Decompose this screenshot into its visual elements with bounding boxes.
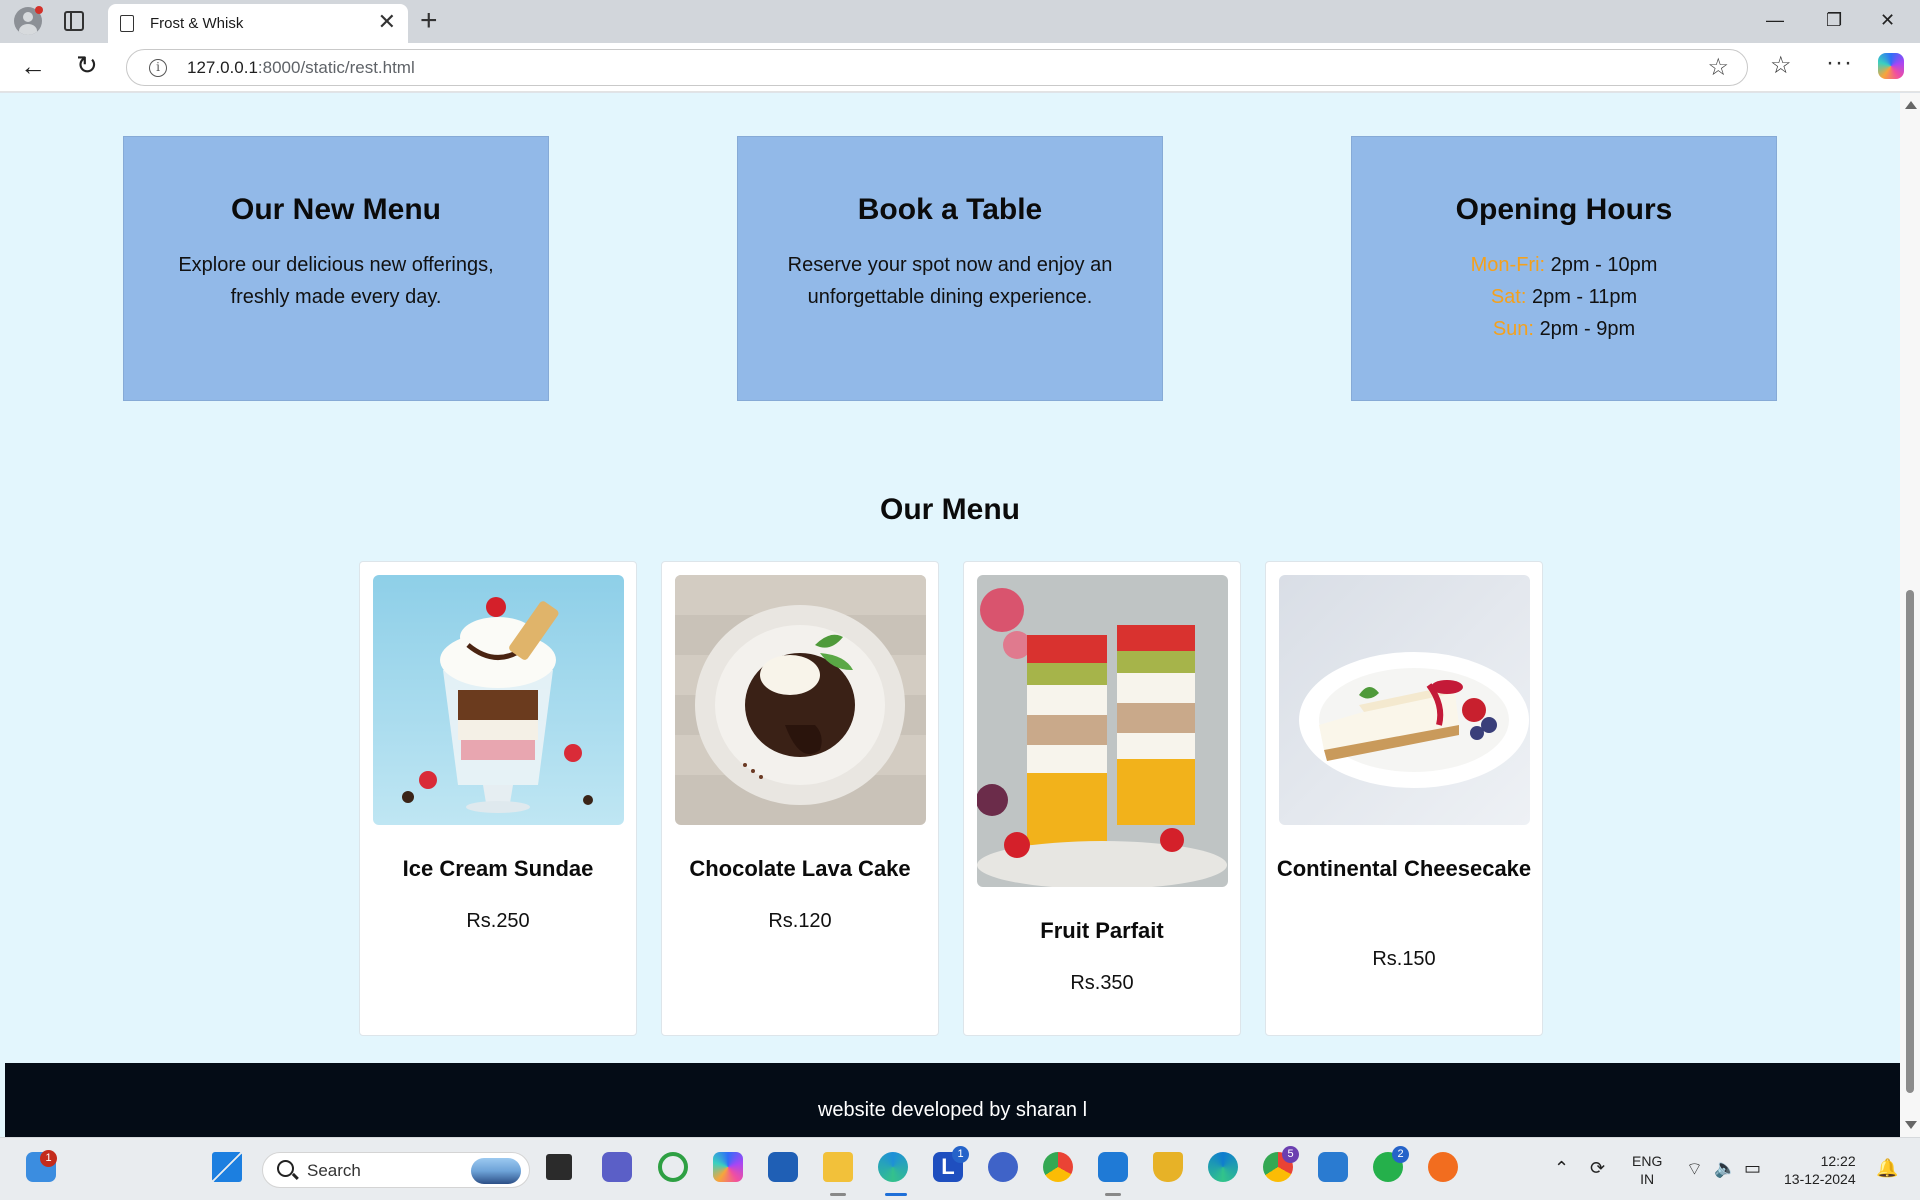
chrome-profile-badge: 5 xyxy=(1282,1146,1299,1163)
language-indicator[interactable]: ENG IN xyxy=(1632,1152,1662,1188)
profile-notification-dot xyxy=(35,6,43,14)
edge-icon[interactable] xyxy=(878,1152,908,1182)
search-icon xyxy=(277,1160,294,1177)
more-options-icon[interactable]: ··· xyxy=(1826,49,1853,77)
dish-name: Fruit Parfait xyxy=(1040,918,1164,943)
explorer-running-indicator xyxy=(830,1193,846,1196)
close-tab-icon[interactable]: ✕ xyxy=(378,10,396,34)
minimize-icon[interactable]: — xyxy=(1766,8,1784,32)
cheesecake-image xyxy=(1279,575,1530,825)
info-card-text: Reserve your spot now and enjoy an unfor… xyxy=(787,254,1113,308)
info-card-title: Book a Table xyxy=(857,193,1043,226)
footer-credit: website developed by sharan l xyxy=(817,1099,1088,1121)
info-card-book-table: Book a Table Reserve your spot now and e… xyxy=(737,136,1163,401)
dish-name: Ice Cream Sundae xyxy=(402,856,594,881)
file-explorer-icon[interactable] xyxy=(823,1152,853,1182)
teams-icon[interactable] xyxy=(602,1152,632,1182)
vscode-running-indicator xyxy=(1105,1193,1121,1196)
show-hidden-icons-chevron-icon[interactable]: ⌃ xyxy=(1554,1158,1569,1179)
security-shield-icon[interactable] xyxy=(1153,1152,1183,1182)
close-window-icon[interactable]: ✕ xyxy=(1880,8,1895,32)
photos-icon[interactable] xyxy=(1318,1152,1348,1182)
site-info-icon[interactable]: i xyxy=(149,59,167,77)
taskbar-search-box[interactable]: Search xyxy=(262,1152,530,1188)
tab-actions-icon[interactable] xyxy=(64,11,84,31)
url-text[interactable]: 127.0.0.1:8000/static/rest.html xyxy=(187,58,415,78)
browser-toolbar: ← ↻ i 127.0.0.1:8000/static/rest.html ☆ … xyxy=(0,43,1920,92)
info-card-new-menu: Our New Menu Explore our delicious new o… xyxy=(123,136,549,401)
widgets-badge: 1 xyxy=(40,1150,57,1167)
ice-cream-sundae-image xyxy=(373,575,624,825)
reload-icon[interactable]: ↻ xyxy=(76,52,98,78)
dish-name: Continental Cheesecake xyxy=(1276,856,1532,881)
page-document-icon xyxy=(120,15,134,32)
edge-beta-icon[interactable] xyxy=(1208,1152,1238,1182)
dish-price: Rs.250 xyxy=(466,910,530,932)
battery-icon[interactable]: ▭ xyxy=(1744,1158,1761,1179)
sync-icon[interactable]: ⟳ xyxy=(1590,1158,1605,1179)
page-viewport: Our New Menu Explore our delicious new o… xyxy=(0,93,1900,1137)
page-scrollbar[interactable] xyxy=(1900,93,1920,1137)
hours-row-sunday: Sun: 2pm - 9pm xyxy=(1492,318,1636,340)
windows-taskbar: 1 Search L 1 5 2 ⌃ ⟳ ENG IN ⌔ 🔈 ▭ 12:22 … xyxy=(0,1137,1920,1200)
new-tab-icon[interactable]: + xyxy=(420,6,438,36)
scroll-thumb[interactable] xyxy=(1906,590,1914,1093)
favorite-star-icon[interactable]: ☆ xyxy=(1707,53,1729,82)
browser-tab-strip: Frost & Whisk ✕ + — ❐ ✕ xyxy=(0,0,1920,43)
restore-icon[interactable]: ❐ xyxy=(1826,8,1842,32)
hours-row-saturday: Sat: 2pm - 11pm xyxy=(1490,286,1638,308)
info-card-text: Explore our delicious new offerings, fre… xyxy=(178,254,494,308)
edge-active-indicator xyxy=(885,1193,907,1196)
windows-start-icon[interactable] xyxy=(212,1152,242,1182)
volume-icon[interactable]: 🔈 xyxy=(1714,1158,1736,1179)
chocolate-lava-cake-image xyxy=(675,575,926,825)
opening-hours-list: Mon-Fri: 2pm - 10pm Sat: 2pm - 11pm Sun:… xyxy=(1352,249,1776,345)
dish-price: Rs.350 xyxy=(1070,972,1134,994)
dish-name: Chocolate Lava Cake xyxy=(689,856,911,881)
wifi-icon[interactable]: ⌔ xyxy=(1686,1158,1703,1181)
menu-heading: Our Menu xyxy=(880,493,1020,526)
dish-price: Rs.120 xyxy=(768,910,832,932)
xampp-icon[interactable] xyxy=(1428,1152,1458,1182)
address-bar[interactable]: i 127.0.0.1:8000/static/rest.html ☆ xyxy=(126,49,1748,86)
hours-row-weekdays: Mon-Fri: 2pm - 10pm xyxy=(1470,254,1658,276)
search-label: Search xyxy=(307,1161,361,1180)
menu-card: Continental Cheesecake Rs.150 xyxy=(1265,561,1543,1036)
copilot-icon[interactable] xyxy=(1878,53,1904,79)
chrome-icon[interactable] xyxy=(1043,1152,1073,1182)
favorites-list-icon[interactable]: ☆ xyxy=(1770,51,1792,80)
page-footer: website developed by sharan l xyxy=(5,1063,1900,1137)
info-card-title: Opening Hours xyxy=(1455,193,1673,226)
tab-active[interactable]: Frost & Whisk ✕ xyxy=(108,4,408,43)
menu-card: Ice Cream Sundae Rs.250 xyxy=(359,561,637,1036)
whatsapp-badge: 2 xyxy=(1392,1146,1409,1163)
refresh-app-icon[interactable] xyxy=(658,1152,688,1182)
scroll-up-arrow-icon[interactable] xyxy=(1905,101,1917,109)
menu-card: Fruit Parfait Rs.350 xyxy=(963,561,1241,1036)
store-icon[interactable] xyxy=(768,1152,798,1182)
fruit-parfait-image xyxy=(977,575,1228,887)
vscode-icon[interactable] xyxy=(1098,1152,1128,1182)
menu-card: Chocolate Lava Cake Rs.120 xyxy=(661,561,939,1036)
copilot-app-icon[interactable] xyxy=(713,1152,743,1182)
lens-badge: 1 xyxy=(952,1146,969,1163)
search-highlight-icon xyxy=(471,1158,521,1184)
back-arrow-icon[interactable]: ← xyxy=(20,53,46,79)
scroll-down-arrow-icon[interactable] xyxy=(1905,1121,1917,1129)
task-view-icon[interactable] xyxy=(546,1154,572,1180)
info-card-title: Our New Menu xyxy=(230,193,441,226)
tab-title: Frost & Whisk xyxy=(150,15,244,32)
info-card-opening-hours: Opening Hours Mon-Fri: 2pm - 10pm Sat: 2… xyxy=(1351,136,1777,401)
dish-price: Rs.150 xyxy=(1372,948,1436,970)
pen-app-icon[interactable] xyxy=(988,1152,1018,1182)
clock[interactable]: 12:22 13-12-2024 xyxy=(1784,1152,1856,1188)
notifications-bell-icon[interactable]: 🔔 xyxy=(1876,1158,1898,1179)
